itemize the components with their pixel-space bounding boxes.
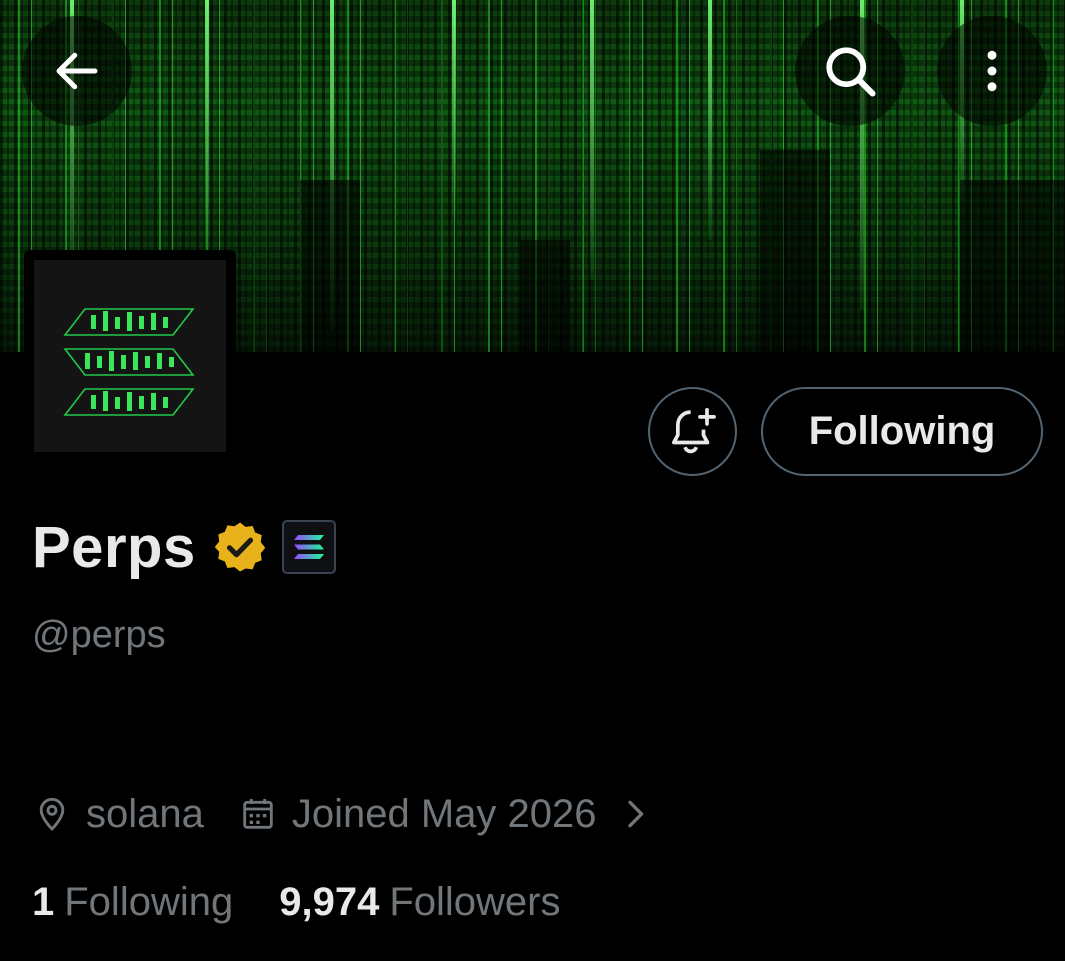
location-pin-icon xyxy=(39,797,65,831)
search-icon xyxy=(826,47,876,97)
more-options-button[interactable] xyxy=(937,16,1047,126)
following-stat[interactable]: 1 Following xyxy=(32,880,233,925)
followers-count: 9,974 xyxy=(279,879,380,924)
perps-logo-icon xyxy=(63,308,195,416)
profile-stats-row: 1 Following 9,974 Followers xyxy=(32,874,560,930)
more-vertical-icon xyxy=(987,50,997,92)
joined-date-text: Joined May 2026 xyxy=(291,791,597,836)
followers-stat[interactable]: 9,974 Followers xyxy=(279,880,560,925)
avatar xyxy=(34,260,226,452)
bell-plus-icon xyxy=(671,407,716,453)
following-count: 1 xyxy=(32,879,55,924)
arrow-left-icon xyxy=(56,52,98,90)
following-button[interactable]: Following xyxy=(761,387,1043,476)
profile-meta-row: solana Joined May 2026 xyxy=(32,786,655,842)
display-name: Perps xyxy=(32,514,196,580)
location-text: solana xyxy=(86,791,204,836)
profile-name-row: Perps xyxy=(32,512,336,582)
back-button[interactable] xyxy=(22,16,132,126)
followers-label: Followers xyxy=(389,879,561,924)
affiliate-badge[interactable] xyxy=(281,520,336,574)
profile-avatar-frame[interactable] xyxy=(24,250,236,462)
solana-logo-icon xyxy=(293,535,324,559)
profile-handle: @perps xyxy=(32,614,166,656)
verified-gold-icon[interactable] xyxy=(212,519,268,575)
notifications-button[interactable] xyxy=(648,387,737,476)
chevron-right-icon[interactable] xyxy=(615,794,655,834)
search-button[interactable] xyxy=(795,16,905,126)
calendar-icon xyxy=(243,799,273,829)
following-label: Following xyxy=(64,879,234,924)
